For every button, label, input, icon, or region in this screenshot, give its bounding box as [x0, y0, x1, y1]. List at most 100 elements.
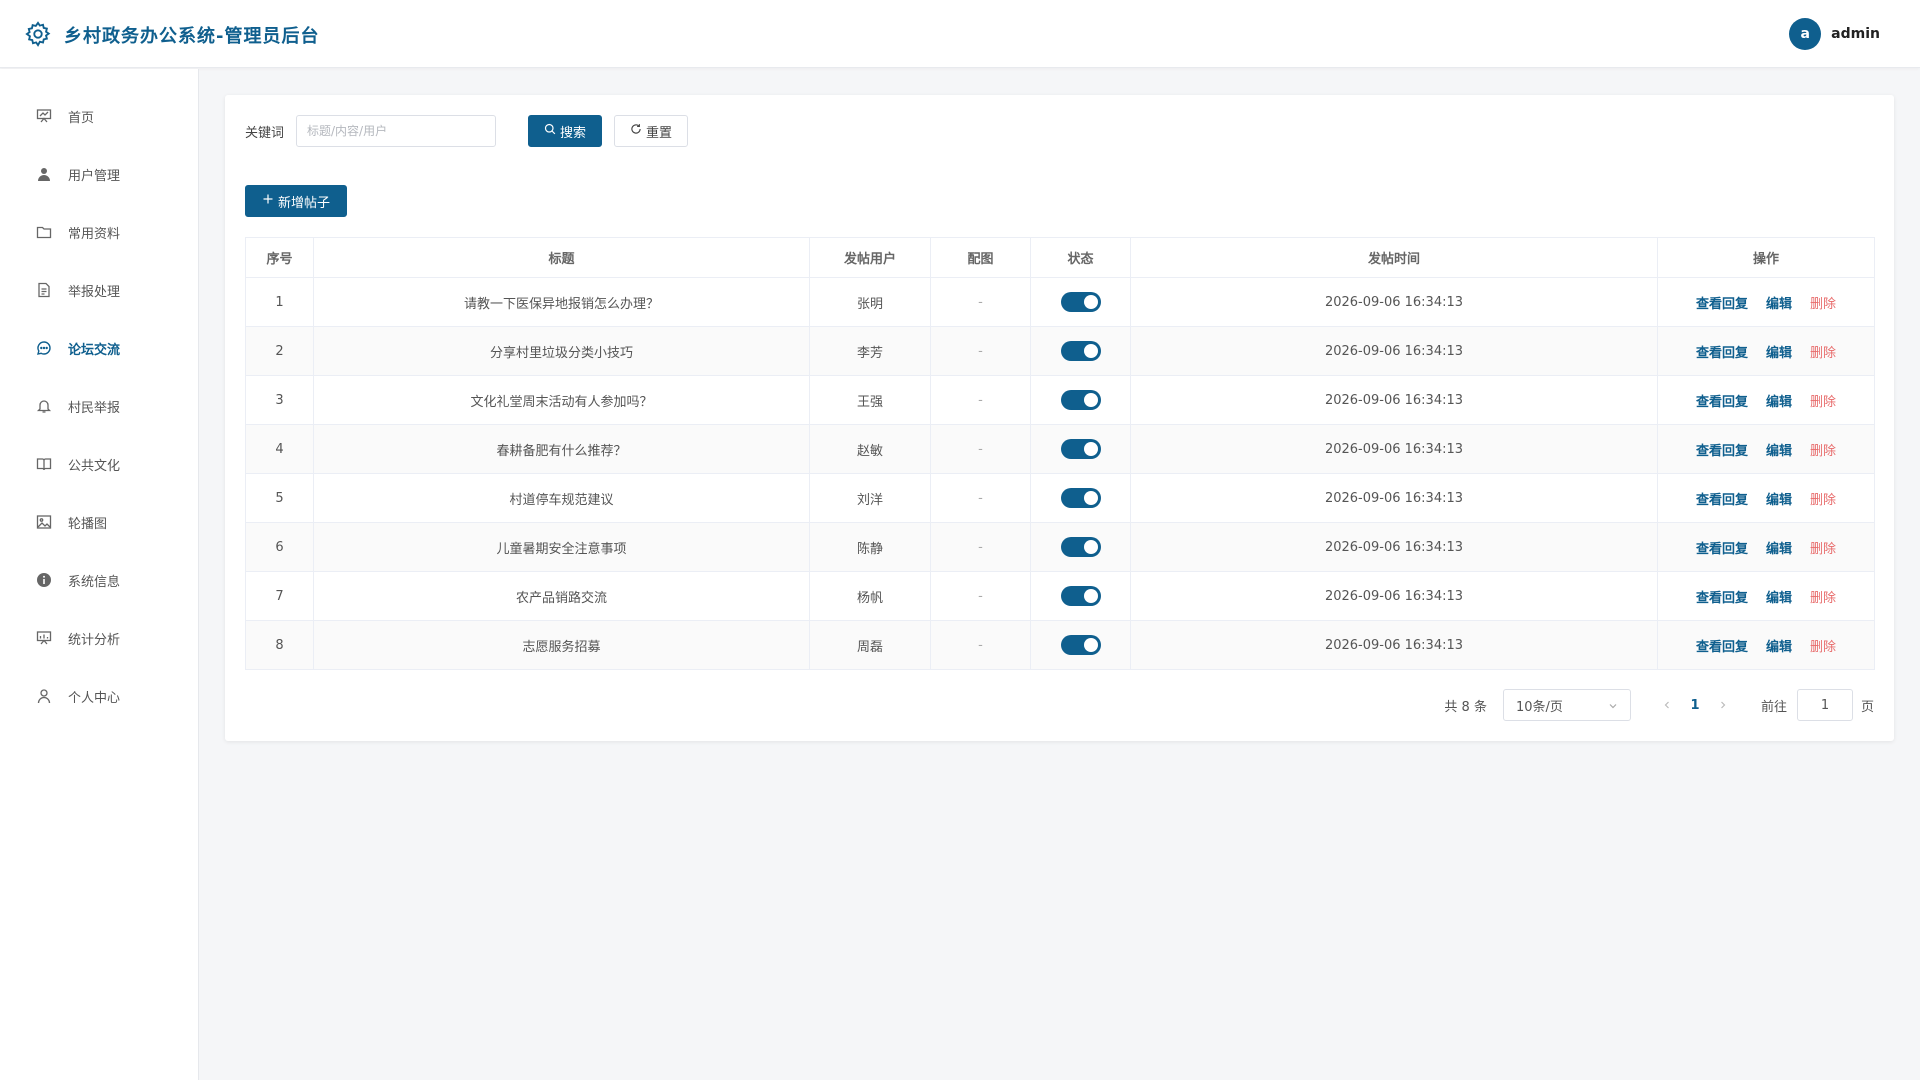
keyword-input[interactable] [296, 115, 497, 147]
status-toggle[interactable] [1060, 439, 1101, 459]
edit-link[interactable]: 编辑 [1766, 636, 1792, 655]
post-time: 2026-09-06 16:34:13 [1130, 473, 1658, 523]
column-header: 序号 [245, 237, 314, 278]
status-toggle[interactable] [1060, 586, 1101, 606]
status-toggle[interactable] [1060, 390, 1101, 410]
edit-link[interactable]: 编辑 [1766, 391, 1792, 410]
main-card: 关键词 搜索 重置 新增帖子 序号标题发帖用户配图状态发帖时间操作 1请教一下医… [225, 95, 1894, 741]
app-title: 乡村政务办公系统-管理员后台 [64, 26, 320, 47]
status-cell [1030, 326, 1131, 376]
sidebar-item-10[interactable]: 个人中心 [0, 667, 198, 725]
edit-link[interactable]: 编辑 [1766, 342, 1792, 361]
post-title: 村道停车规范建议 [313, 473, 810, 523]
edit-link[interactable]: 编辑 [1766, 538, 1792, 557]
delete-link[interactable]: 删除 [1810, 489, 1836, 508]
post-user: 王强 [809, 375, 931, 425]
chevron-right-icon [1721, 701, 1726, 709]
status-toggle[interactable] [1060, 537, 1101, 557]
post-user: 赵敏 [809, 424, 931, 474]
edit-link[interactable]: 编辑 [1766, 440, 1792, 459]
edit-link[interactable]: 编辑 [1766, 587, 1792, 606]
post-title: 文化礼堂周末活动有人参加吗？ [313, 375, 810, 425]
sidebar-item-label: 个人中心 [68, 690, 121, 706]
keyword-label: 关键词 [245, 125, 285, 141]
sidebar-item-3[interactable]: 举报处理 [0, 261, 198, 319]
sidebar-item-5[interactable]: 村民举报 [0, 377, 198, 435]
sidebar-item-2[interactable]: 常用资料 [0, 203, 198, 261]
actions-cell: 查看回复 编辑 删除 [1657, 620, 1875, 670]
goto-label: 前往 [1760, 699, 1787, 715]
edit-link[interactable]: 编辑 [1766, 293, 1792, 312]
user-menu[interactable]: a admin [1789, 18, 1880, 50]
view-replies-link[interactable]: 查看回复 [1696, 391, 1748, 410]
search-button[interactable]: 搜索 [528, 115, 603, 147]
plus-icon [262, 193, 274, 209]
post-time: 2026-09-06 16:34:13 [1130, 522, 1658, 572]
delete-link[interactable]: 删除 [1810, 342, 1836, 361]
view-replies-link[interactable]: 查看回复 [1696, 489, 1748, 508]
page-number-current[interactable]: 1 [1681, 691, 1709, 719]
table-body: 1 请教一下医保异地报销怎么办理？ 张明 -2026-09-06 16:34:13 查看… [245, 277, 1875, 670]
sidebar-nav: 首页用户管理常用资料举报处理 论坛交流 村民举报 公共文化 轮播图 系统信息 统计分析个人中… [0, 69, 198, 725]
view-replies-link[interactable]: 查看回复 [1696, 636, 1748, 655]
delete-link[interactable]: 删除 [1810, 538, 1836, 557]
table-row: 8 志愿服务招募 周磊 -2026-09-06 16:34:13 查看回复 编辑 删除 [245, 620, 1875, 670]
reset-button-label: 重置 [646, 125, 673, 141]
edit-link[interactable]: 编辑 [1766, 489, 1792, 508]
view-replies-link[interactable]: 查看回复 [1696, 538, 1748, 557]
sidebar-item-label: 首页 [68, 110, 95, 126]
chat-bubble-icon [36, 340, 52, 356]
status-toggle[interactable] [1060, 292, 1101, 312]
delete-link[interactable]: 删除 [1810, 587, 1836, 606]
sidebar-item-7[interactable]: 轮播图 [0, 493, 198, 551]
post-user: 陈静 [809, 522, 931, 572]
goto-page-input[interactable] [1796, 689, 1853, 721]
status-toggle[interactable] [1060, 488, 1101, 508]
pagination: 共 8 条 10条/页 1 前往 页 [1444, 689, 1874, 721]
sidebar-item-9[interactable]: 统计分析 [0, 609, 198, 667]
post-image: - [930, 277, 1031, 327]
add-post-button[interactable]: 新增帖子 [245, 185, 347, 217]
post-title: 农产品销路交流 [313, 571, 810, 621]
delete-link[interactable]: 删除 [1810, 293, 1836, 312]
info-icon [36, 572, 52, 588]
post-user: 张明 [809, 277, 931, 327]
delete-link[interactable]: 删除 [1810, 636, 1836, 655]
view-replies-link[interactable]: 查看回复 [1696, 342, 1748, 361]
post-time: 2026-09-06 16:34:13 [1130, 277, 1658, 327]
sidebar-item-1[interactable]: 用户管理 [0, 145, 198, 203]
sidebar-item-4[interactable]: 论坛交流 [0, 319, 198, 377]
post-title: 请教一下医保异地报销怎么办理？ [313, 277, 810, 327]
sidebar-item-6[interactable]: 公共文化 [0, 435, 198, 493]
delete-link[interactable]: 删除 [1810, 391, 1836, 410]
avatar[interactable]: a [1789, 18, 1822, 50]
search-icon [544, 123, 556, 139]
column-header: 标题 [313, 237, 810, 278]
chart-board-icon [36, 630, 52, 646]
sidebar-item-8[interactable]: 系统信息 [0, 551, 198, 609]
page-size-select[interactable]: 10条/页 [1502, 689, 1631, 721]
post-user: 杨帆 [809, 571, 931, 621]
status-cell [1030, 375, 1131, 425]
status-cell [1030, 571, 1131, 621]
sidebar-item-label: 常用资料 [68, 226, 121, 242]
status-toggle[interactable] [1060, 341, 1101, 361]
sidebar-item-0[interactable]: 首页 [0, 87, 198, 145]
post-image: - [930, 620, 1031, 670]
page-size-value: 10条/页 [1515, 699, 1563, 715]
post-time: 2026-09-06 16:34:13 [1130, 620, 1658, 670]
view-replies-link[interactable]: 查看回复 [1696, 587, 1748, 606]
table-row: 2 分享村里垃圾分类小技巧 李芳 -2026-09-06 16:34:13 查看回复 编辑… [245, 326, 1875, 376]
view-replies-link[interactable]: 查看回复 [1696, 293, 1748, 312]
view-replies-link[interactable]: 查看回复 [1696, 440, 1748, 459]
book-icon [36, 456, 52, 472]
delete-link[interactable]: 删除 [1810, 440, 1836, 459]
status-cell [1030, 473, 1131, 523]
username[interactable]: admin [1831, 26, 1880, 42]
status-toggle[interactable] [1060, 635, 1101, 655]
next-page-button[interactable] [1709, 691, 1737, 719]
post-title: 春耕备肥有什么推荐？ [313, 424, 810, 474]
reset-button[interactable]: 重置 [614, 115, 689, 147]
prev-page-button[interactable] [1653, 691, 1681, 719]
row-number: 3 [245, 375, 314, 425]
